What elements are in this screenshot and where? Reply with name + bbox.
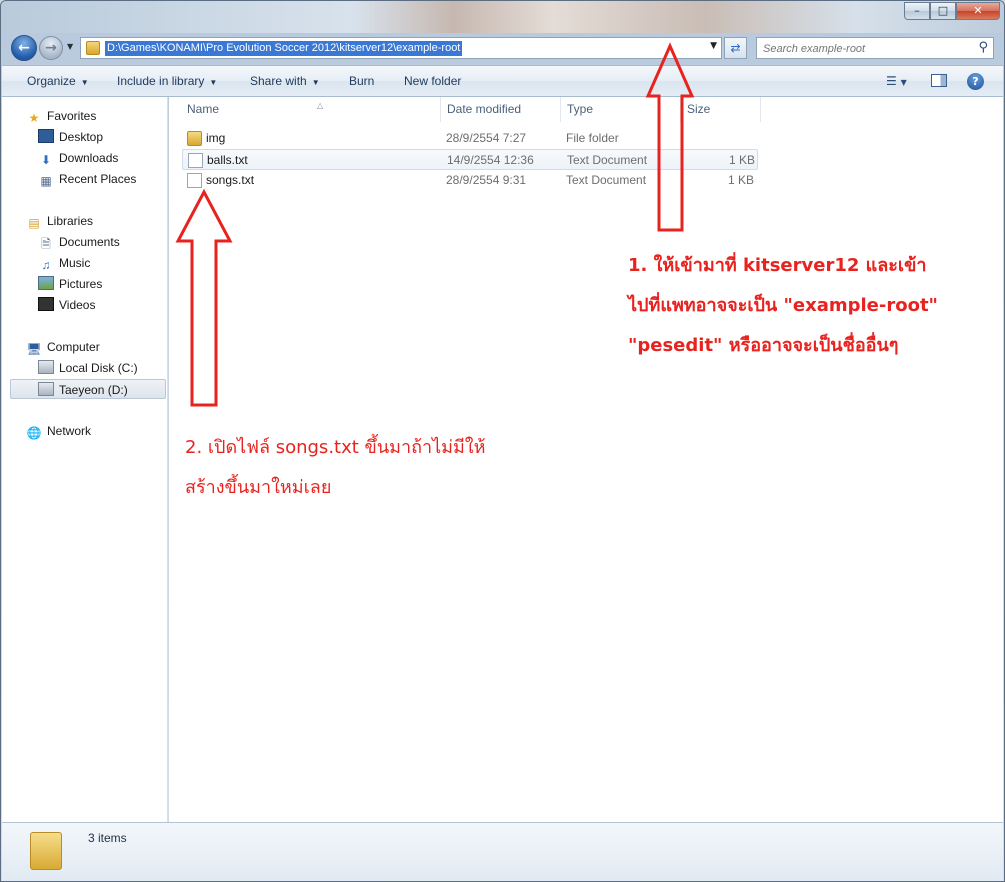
annotation-step-2-line-1: 2. เปิดไฟล์ songs.txt ขึ้นมาถ้าไม่มีให้: [185, 437, 486, 458]
annotation-step-2-line-2: สร้างขึ้นมาใหม่เลย: [185, 477, 332, 498]
arrow-up-icon: [645, 42, 695, 232]
arrow-up-icon: [175, 188, 233, 407]
folder-icon: [30, 832, 62, 870]
annotation-overlay: [175, 42, 695, 407]
status-bar: 3 items: [2, 822, 1003, 881]
annotation-step-1-line-1: 1. ให้เข้ามาที่ kitserver12 และเข้า: [628, 255, 927, 276]
annotation-step-1-line-3: "pesedit" หรืออาจจะเป็นชื่ออื่นๆ: [628, 335, 899, 356]
explorer-window: – □ ✕ ← → ▼ D:\Games\KONAMI\Pro Evolutio…: [0, 0, 1005, 882]
item-count: 3 items: [88, 831, 127, 845]
annotation-step-1-line-2: ไปที่แพทอาจจะเป็น "example-root": [628, 295, 938, 316]
